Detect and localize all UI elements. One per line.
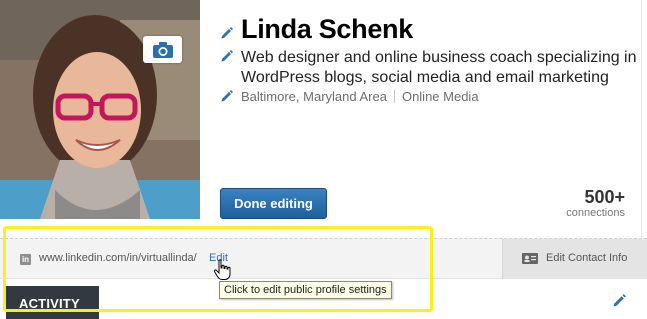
hand-cursor-icon bbox=[213, 259, 231, 280]
public-profile-url[interactable]: www.linkedin.com/in/virtuallinda/ bbox=[39, 252, 197, 264]
card-border bbox=[641, 0, 642, 238]
connections-label: connections bbox=[566, 207, 625, 219]
public-profile-bar: in www.linkedin.com/in/virtuallinda/ Edi… bbox=[0, 238, 647, 279]
profile-headline: Web designer and online business coach s… bbox=[241, 49, 637, 86]
profile-photo bbox=[0, 0, 200, 219]
done-editing-button[interactable]: Done editing bbox=[220, 188, 327, 219]
connections-count: 500+ bbox=[584, 187, 625, 207]
profile-location: Baltimore, Maryland Area bbox=[241, 89, 387, 104]
edit-location-pencil-icon[interactable] bbox=[220, 89, 234, 103]
profile-name: Linda Schenk bbox=[241, 14, 413, 44]
linkedin-icon: in bbox=[20, 254, 31, 265]
edit-activity-pencil-icon[interactable] bbox=[612, 293, 627, 308]
profile-industry: Online Media bbox=[401, 89, 479, 104]
edit-contact-info-label: Edit Contact Info bbox=[546, 252, 628, 264]
meta-divider bbox=[393, 90, 395, 103]
change-photo-button[interactable] bbox=[143, 36, 182, 63]
contact-card-icon bbox=[522, 253, 538, 264]
activity-section-header[interactable]: ACTIVITY bbox=[6, 286, 99, 319]
edit-url-tooltip: Click to edit public profile settings bbox=[219, 281, 392, 299]
camera-icon bbox=[152, 41, 173, 58]
profile-meta: Baltimore, Maryland Area Online Media bbox=[241, 89, 479, 104]
edit-contact-info-button[interactable]: Edit Contact Info bbox=[502, 239, 647, 279]
edit-name-pencil-icon[interactable] bbox=[220, 26, 234, 40]
edit-headline-pencil-icon[interactable] bbox=[220, 49, 234, 63]
